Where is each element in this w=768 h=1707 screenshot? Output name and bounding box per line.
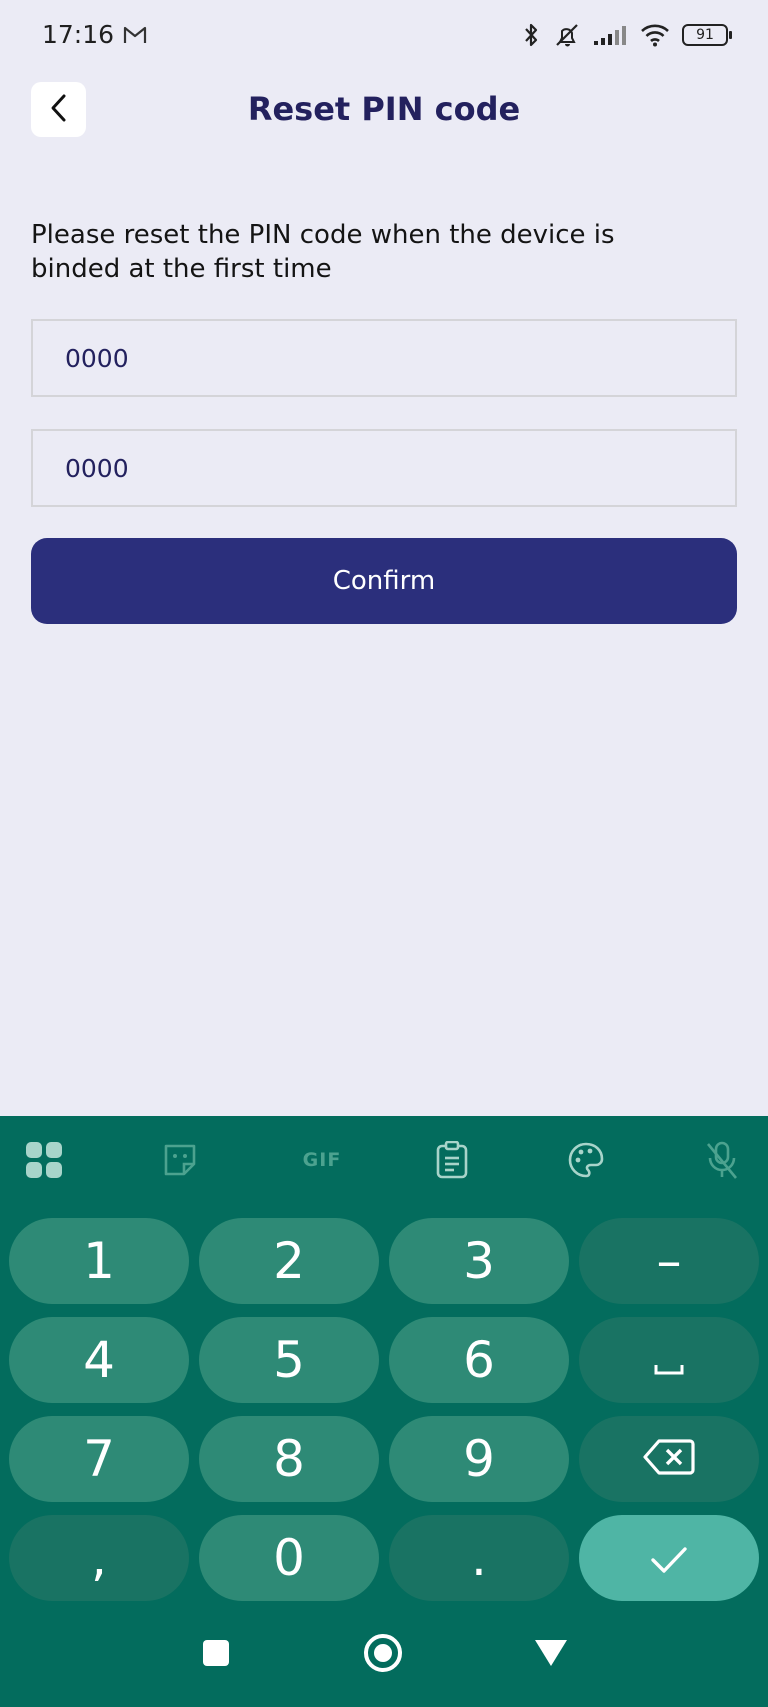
status-time: 17:16 [42, 20, 115, 49]
key-minus[interactable]: – [579, 1218, 759, 1304]
key-6[interactable]: 6 [389, 1317, 569, 1403]
status-icons: 91 [522, 20, 732, 50]
instruction-text: Please reset the PIN code when the devic… [31, 220, 615, 284]
mic-off-icon[interactable] [700, 1138, 744, 1182]
gif-icon[interactable]: GIF [292, 1138, 352, 1182]
backspace-icon [643, 1430, 695, 1488]
key-5[interactable]: 5 [199, 1317, 379, 1403]
apps-grid-icon[interactable] [22, 1138, 66, 1182]
sticker-icon[interactable] [158, 1138, 202, 1182]
battery-level: 91 [696, 27, 714, 43]
wifi-icon [640, 23, 670, 47]
key-9[interactable]: 9 [389, 1416, 569, 1502]
key-comma[interactable]: , [9, 1515, 189, 1601]
confirm-button[interactable]: Confirm [31, 538, 737, 624]
palette-icon[interactable] [564, 1138, 608, 1182]
nav-bar [0, 1600, 768, 1707]
pin-confirm-input[interactable] [33, 431, 735, 505]
key-1[interactable]: 1 [9, 1218, 189, 1304]
pin-field[interactable] [31, 319, 737, 397]
key-backspace[interactable] [579, 1416, 759, 1502]
status-bar: 17:16 91 [0, 0, 768, 72]
key-8[interactable]: 8 [199, 1416, 379, 1502]
page-title: Reset PIN code [247, 90, 521, 128]
keyboard-toolbar: GIF [0, 1116, 768, 1202]
key-4[interactable]: 4 [9, 1317, 189, 1403]
key-enter[interactable] [579, 1515, 759, 1601]
recent-apps-icon[interactable] [191, 1628, 241, 1678]
key-space[interactable] [579, 1317, 759, 1403]
header: Reset PIN code [0, 82, 768, 140]
home-icon[interactable] [358, 1628, 408, 1678]
clipboard-icon[interactable] [430, 1138, 474, 1182]
space-icon [653, 1331, 685, 1389]
key-2[interactable]: 2 [199, 1218, 379, 1304]
bluetooth-icon [522, 22, 540, 48]
gmail-icon [122, 24, 148, 46]
key-0[interactable]: 0 [199, 1515, 379, 1601]
battery-icon: 91 [682, 24, 732, 46]
pin-confirm-field[interactable] [31, 429, 737, 507]
back-icon[interactable] [526, 1628, 576, 1678]
checkmark-icon [649, 1529, 689, 1587]
key-7[interactable]: 7 [9, 1416, 189, 1502]
silent-icon [552, 22, 582, 48]
gif-label: GIF [302, 1149, 342, 1171]
key-period[interactable]: . [389, 1515, 569, 1601]
signal-icon [594, 24, 628, 46]
pin-input[interactable] [33, 321, 735, 395]
key-3[interactable]: 3 [389, 1218, 569, 1304]
